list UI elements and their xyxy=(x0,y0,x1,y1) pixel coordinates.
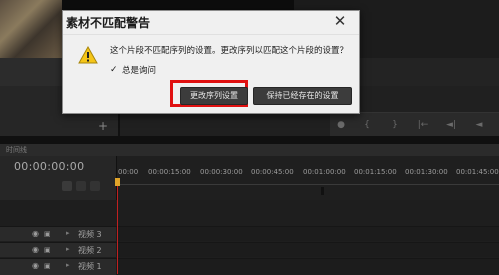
playhead-handle[interactable] xyxy=(115,178,120,186)
expand-icon[interactable]: ▸ xyxy=(66,245,70,253)
play-reverse-button[interactable]: ◄ xyxy=(472,120,486,130)
timecode-display[interactable]: 00:00:00:00 xyxy=(14,160,84,173)
close-icon[interactable]: ✕ xyxy=(331,12,349,30)
track-lane[interactable] xyxy=(116,226,499,241)
snap-icon[interactable] xyxy=(62,181,72,191)
transport-controls: ● { } |← ◄| ◄ xyxy=(330,112,499,137)
dialog-message: 这个片段不匹配序列的设置。更改序列以匹配这个片段的设置？ xyxy=(110,46,349,56)
eye-icon[interactable]: ◉ xyxy=(32,262,41,270)
track-lane[interactable] xyxy=(116,242,499,257)
dialog-separator xyxy=(63,34,359,35)
marker-button[interactable]: ● xyxy=(334,120,348,130)
ruler-tick-label: 00:01:45:00 xyxy=(456,168,499,176)
change-sequence-settings-button[interactable]: 更改序列设置 xyxy=(180,87,248,105)
playhead-line xyxy=(117,186,118,274)
ruler-tick-label: 00:01:30:00 xyxy=(405,168,448,176)
film-icon[interactable]: ▣ xyxy=(44,262,53,270)
film-icon[interactable]: ▣ xyxy=(44,246,53,254)
always-ask-checkbox[interactable]: ✓ xyxy=(110,65,120,75)
keep-existing-settings-button[interactable]: 保持已经存在的设置 xyxy=(253,87,352,105)
ruler-tick-label: 00:01:15:00 xyxy=(354,168,397,176)
marker-icon[interactable] xyxy=(76,181,86,191)
always-ask-label[interactable]: 总是询问 xyxy=(122,64,156,76)
eye-icon[interactable]: ◉ xyxy=(32,230,41,238)
track-header-video-3[interactable]: ◉ ▣ ▸ 视频 3 xyxy=(0,226,116,241)
mark-in-button[interactable]: { xyxy=(360,120,374,130)
work-area-marker xyxy=(321,187,324,195)
ruler-tick-label: 00:00:45:00 xyxy=(251,168,294,176)
add-icon[interactable]: + xyxy=(98,119,108,133)
track-name: 视频 3 xyxy=(78,230,102,239)
panel-divider xyxy=(0,136,499,144)
track-area: ◉ ▣ ▸ 视频 3 ◉ ▣ ▸ 视频 2 ◉ ▣ ▸ 视频 1 xyxy=(0,200,499,275)
film-icon[interactable]: ▣ xyxy=(44,230,53,238)
source-monitor-video xyxy=(0,0,62,58)
link-icon[interactable] xyxy=(90,181,100,191)
expand-icon[interactable]: ▸ xyxy=(66,261,70,269)
ruler-tick-label: 00:00 xyxy=(118,168,139,176)
source-toolbar xyxy=(0,58,62,87)
ruler-tick-label: 00:01:00:00 xyxy=(303,168,346,176)
ruler-tick-label: 00:00:30:00 xyxy=(200,168,243,176)
mark-out-button[interactable]: } xyxy=(388,120,402,130)
expand-icon[interactable]: ▸ xyxy=(66,229,70,237)
track-header-video-1[interactable]: ◉ ▣ ▸ 视频 1 xyxy=(0,258,116,275)
ruler-tick-label: 00:00:15:00 xyxy=(148,168,191,176)
timeline-tab[interactable]: 时间线 01 xyxy=(6,145,36,164)
timeline-tools xyxy=(62,181,110,193)
dialog-title: 素材不匹配警告 xyxy=(66,16,151,30)
track-header-video-2[interactable]: ◉ ▣ ▸ 视频 2 xyxy=(0,242,116,257)
track-name: 视频 1 xyxy=(78,262,102,271)
ruler-baseline xyxy=(116,184,499,185)
track-lane[interactable] xyxy=(116,258,499,275)
warning-icon xyxy=(78,45,98,64)
track-name: 视频 2 xyxy=(78,246,102,255)
eye-icon[interactable]: ◉ xyxy=(32,246,41,254)
go-to-in-button[interactable]: |← xyxy=(416,120,430,130)
timeline-ruler[interactable] xyxy=(116,156,499,200)
step-back-button[interactable]: ◄| xyxy=(444,120,458,130)
